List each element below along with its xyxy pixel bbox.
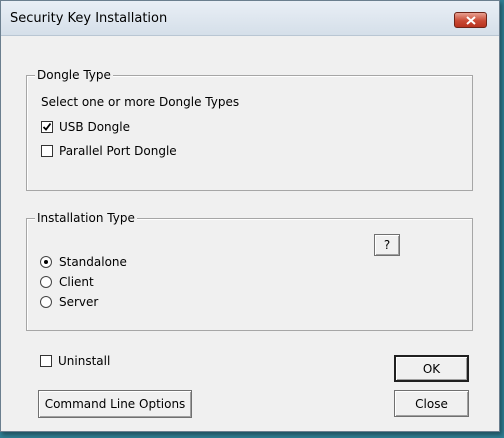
radio-selected-dot (44, 260, 48, 264)
uninstall-label[interactable]: Uninstall (58, 354, 110, 368)
dongle-type-group-label: Dongle Type (35, 68, 113, 82)
parallel-port-dongle-label[interactable]: Parallel Port Dongle (59, 144, 177, 158)
client-radio-button[interactable] (40, 276, 52, 288)
close-button[interactable]: Close (394, 390, 469, 417)
window-title: Security Key Installation (10, 11, 168, 26)
dongle-type-group: Dongle Type Select one or more Dongle Ty… (26, 68, 473, 191)
usb-dongle-label[interactable]: USB Dongle (59, 120, 130, 134)
security-key-installation-dialog: Security Key Installation Dongle Type Se… (0, 0, 500, 432)
uninstall-checkbox-box[interactable] (40, 355, 52, 367)
client-label[interactable]: Client (59, 275, 94, 289)
usb-dongle-checkbox-box[interactable] (41, 121, 53, 133)
ok-button[interactable]: OK (394, 355, 469, 382)
installation-type-group: Installation Type ? Standalone Client Se… (26, 211, 473, 331)
command-line-options-button[interactable]: Command Line Options (38, 390, 192, 418)
standalone-label[interactable]: Standalone (59, 255, 127, 269)
standalone-radio-button[interactable] (40, 256, 52, 268)
help-button[interactable]: ? (374, 234, 400, 256)
title-bar[interactable]: Security Key Installation (1, 1, 499, 36)
installation-type-group-label: Installation Type (35, 211, 137, 225)
checkmark-icon (42, 122, 52, 131)
close-icon (465, 15, 476, 25)
server-radio-button[interactable] (40, 296, 52, 308)
server-label[interactable]: Server (59, 295, 98, 309)
window-close-button[interactable] (454, 12, 487, 28)
dialog-body: Dongle Type Select one or more Dongle Ty… (2, 36, 498, 430)
parallel-port-dongle-checkbox-box[interactable] (41, 145, 53, 157)
dongle-type-instruction: Select one or more Dongle Types (41, 95, 240, 109)
